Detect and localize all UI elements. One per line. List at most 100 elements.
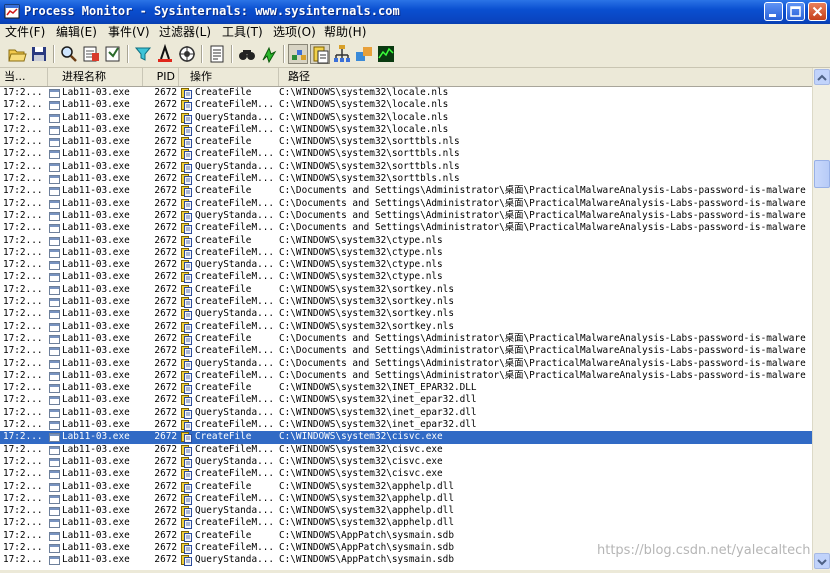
path-cell: C:\WINDOWS\system32\locale.nls: [279, 87, 449, 98]
open-icon: [8, 49, 27, 62]
table-row[interactable]: 17:2... Lab11-03.exe 2672 CreateFile C:\Docu…: [0, 185, 812, 198]
table-row[interactable]: 17:2... Lab11-03.exe 2672 CreateFileM... C:\…: [0, 124, 812, 136]
column-pid[interactable]: PID: [143, 68, 179, 86]
scroll-up-button[interactable]: [814, 69, 830, 85]
arrow-up-icon: [817, 74, 827, 81]
operation-cell: QueryStanda...: [195, 160, 275, 172]
process-icon: [49, 359, 60, 369]
operation-cell: CreateFileM...: [195, 320, 275, 332]
minimize-button[interactable]: [764, 2, 783, 21]
table-row[interactable]: 17:2... Lab11-03.exe 2672 QueryStanda... C:\…: [0, 210, 812, 222]
save-button[interactable]: [29, 44, 49, 64]
menu-event[interactable]: 事件(V): [108, 25, 150, 40]
table-row[interactable]: 17:2... Lab11-03.exe 2672 CreateFileM... C:\…: [0, 198, 812, 210]
time-cell: 17:2...: [3, 345, 43, 357]
table-row[interactable]: 17:2... Lab11-03.exe 2672 CreateFileM... C:\…: [0, 296, 812, 309]
table-row[interactable]: 17:2... Lab11-03.exe 2672 CreateFileM... C:\…: [0, 444, 812, 456]
process-icon: [49, 470, 60, 480]
open-button[interactable]: [7, 44, 27, 64]
column-process-name[interactable]: 进程名称: [48, 68, 143, 86]
scroll-thumb[interactable]: [814, 160, 830, 188]
magnify-button[interactable]: [59, 44, 79, 64]
table-row[interactable]: 17:2... Lab11-03.exe 2672 CreateFileM... C:\…: [0, 321, 812, 333]
pid-cell: 2672: [154, 136, 177, 148]
title-bar[interactable]: Process Monitor - Sysinternals: www.sysi…: [0, 0, 830, 24]
table-row[interactable]: 17:2... Lab11-03.exe 2672 CreateFileM... C:\…: [0, 173, 812, 186]
event-list[interactable]: 当... 进程名称 PID 操作 路径 17:2... Lab11-03.exe 2…: [0, 68, 812, 570]
properties-button[interactable]: [207, 44, 227, 64]
table-row[interactable]: 17:2... Lab11-03.exe 2672 CreateFileM... C:\…: [0, 493, 812, 505]
maximize-button[interactable]: [786, 2, 805, 21]
pid-cell: 2672: [154, 468, 177, 480]
registry-button[interactable]: [288, 44, 308, 64]
operation-cell: CreateFile: [195, 185, 252, 197]
table-row[interactable]: 17:2... Lab11-03.exe 2672 CreateFileM... C:\…: [0, 419, 812, 432]
table-row[interactable]: 17:2... Lab11-03.exe 2672 CreateFileM... C:\…: [0, 271, 812, 284]
column-path[interactable]: 路径: [279, 68, 812, 86]
autoscroll-button[interactable]: [103, 44, 123, 64]
menu-edit[interactable]: 编辑(E): [56, 25, 97, 40]
table-row[interactable]: 17:2... Lab11-03.exe 2672 CreateFile C:\WIND…: [0, 382, 812, 395]
table-row[interactable]: 17:2... Lab11-03.exe 2672 CreateFile C:\WIND…: [0, 235, 812, 247]
network-target-button[interactable]: [177, 44, 197, 64]
table-row[interactable]: 17:2... Lab11-03.exe 2672 QueryStanda... C:\…: [0, 161, 812, 173]
table-row[interactable]: 17:2... Lab11-03.exe 2672 CreateFile C:\WIND…: [0, 530, 812, 542]
table-row[interactable]: 17:2... Lab11-03.exe 2672 CreateFile C:\WIND…: [0, 431, 812, 444]
table-row[interactable]: 17:2... Lab11-03.exe 2672 CreateFileM... C:\…: [0, 370, 812, 382]
menu-options[interactable]: 选项(O): [273, 25, 316, 40]
table-row[interactable]: 17:2... Lab11-03.exe 2672 CreateFileM... C:\…: [0, 222, 812, 235]
pid-cell: 2672: [154, 345, 177, 357]
vertical-scrollbar[interactable]: [812, 68, 830, 570]
operation-cell: CreateFile: [195, 431, 252, 443]
menu-help[interactable]: 帮助(H): [324, 25, 366, 40]
find-button[interactable]: [237, 44, 257, 64]
filter-button[interactable]: [133, 44, 153, 64]
table-row[interactable]: 17:2... Lab11-03.exe 2672 CreateFile C:\Docu…: [0, 333, 812, 345]
scroll-down-button[interactable]: [814, 553, 830, 569]
table-row[interactable]: 17:2... Lab11-03.exe 2672 CreateFile C:\WIND…: [0, 284, 812, 296]
capture-button[interactable]: [81, 44, 101, 64]
operation-cell: CreateFileM...: [195, 419, 275, 431]
table-row[interactable]: 17:2... Lab11-03.exe 2672 QueryStanda... C:\…: [0, 259, 812, 272]
table-row[interactable]: 17:2... Lab11-03.exe 2672 QueryStanda... C:\…: [0, 407, 812, 419]
table-row[interactable]: 17:2... Lab11-03.exe 2672 CreateFileM... C:\…: [0, 99, 812, 112]
column-time[interactable]: 当...: [0, 68, 48, 86]
table-row[interactable]: 17:2... Lab11-03.exe 2672 CreateFileM... C:\…: [0, 148, 812, 161]
table-row[interactable]: 17:2... Lab11-03.exe 2672 CreateFile C:\WIND…: [0, 87, 812, 99]
operation-cell: QueryStanda...: [195, 455, 275, 467]
table-row[interactable]: 17:2... Lab11-03.exe 2672 CreateFileM... C:\…: [0, 247, 812, 259]
table-row[interactable]: 17:2... Lab11-03.exe 2672 QueryStanda... C:\…: [0, 456, 812, 468]
menu-tools[interactable]: 工具(T): [222, 25, 263, 40]
time-cell: 17:2...: [3, 308, 43, 320]
table-row[interactable]: 17:2... Lab11-03.exe 2672 CreateFile C:\WIND…: [0, 481, 812, 493]
table-row[interactable]: 17:2... Lab11-03.exe 2672 CreateFileM... C:\…: [0, 394, 812, 407]
path-cell: C:\WINDOWS\system32\apphelp.dll: [279, 480, 454, 492]
table-row[interactable]: 17:2... Lab11-03.exe 2672 QueryStanda... C:\…: [0, 112, 812, 124]
table-row[interactable]: 17:2... Lab11-03.exe 2672 CreateFile C:\WIND…: [0, 136, 812, 149]
profiling-button[interactable]: [376, 44, 396, 64]
table-row[interactable]: 17:2... Lab11-03.exe 2672 QueryStanda... C:\…: [0, 308, 812, 321]
file-operation-icon: [181, 383, 192, 395]
pid-cell: 2672: [154, 234, 177, 246]
network-button[interactable]: [332, 44, 352, 64]
menu-filter[interactable]: 过滤器(L): [159, 25, 211, 40]
jump-button[interactable]: [259, 44, 279, 64]
highlight-button[interactable]: [155, 44, 175, 64]
pid-cell: 2672: [154, 296, 177, 308]
table-row[interactable]: 17:2... Lab11-03.exe 2672 QueryStanda... C:\…: [0, 358, 812, 370]
time-cell: 17:2...: [3, 296, 43, 308]
table-row[interactable]: 17:2... Lab11-03.exe 2672 CreateFileM... C:\…: [0, 345, 812, 358]
process-button[interactable]: [354, 44, 374, 64]
file-operation-icon: [181, 358, 192, 370]
close-button[interactable]: [808, 2, 827, 21]
table-row[interactable]: 17:2... Lab11-03.exe 2672 CreateFileM... C:\…: [0, 468, 812, 481]
column-operation[interactable]: 操作: [179, 68, 279, 86]
file-operation-icon: [181, 112, 192, 124]
operation-cell: CreateFile: [195, 529, 252, 541]
path-cell: C:\WINDOWS\system32\ctype.nls: [279, 271, 443, 283]
menu-file[interactable]: 文件(F): [5, 25, 45, 40]
table-row[interactable]: 17:2... Lab11-03.exe 2672 QueryStanda... C:\…: [0, 505, 812, 518]
table-row[interactable]: 17:2... Lab11-03.exe 2672 CreateFileM... C:\…: [0, 517, 812, 530]
time-cell: 17:2...: [3, 517, 43, 529]
filesystem-button[interactable]: [310, 44, 330, 64]
